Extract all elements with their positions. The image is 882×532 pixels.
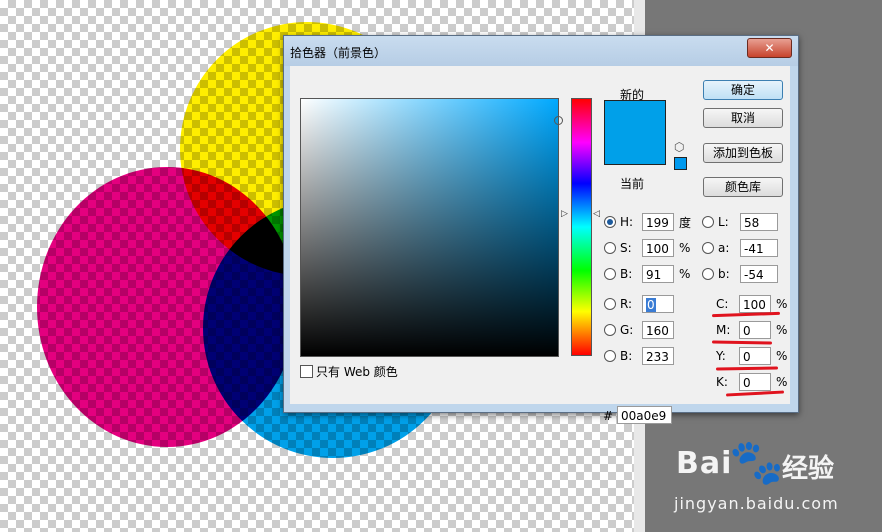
k-unit: % (776, 375, 788, 389)
hsb-h-row: H: 199 度 (604, 212, 691, 232)
y-label: Y: (716, 349, 726, 363)
a-radio[interactable] (702, 242, 714, 254)
l-label: L: (718, 215, 729, 229)
rgb-b-row: B: 233 (604, 346, 674, 366)
y-input[interactable]: 0 (739, 347, 771, 365)
rgb-b-radio[interactable] (604, 350, 616, 362)
r-input-selection: 0 (646, 298, 656, 312)
s-input[interactable]: 100 (642, 239, 674, 257)
l-input[interactable]: 58 (740, 213, 778, 231)
dialog-title: 拾色器（前景色） (290, 46, 387, 60)
dialog-titlebar[interactable]: 拾色器（前景色） ✕ (284, 36, 798, 66)
h-radio[interactable] (604, 216, 616, 228)
color-libraries-button[interactable]: 颜色库 (703, 177, 783, 197)
watermark-url: jingyan.baidu.com (674, 494, 839, 513)
lab-l-row: L: 58 (702, 212, 778, 232)
close-icon: ✕ (764, 41, 775, 55)
watermark-brand-right: 经验 (782, 454, 835, 484)
hsb-b-unit: % (679, 267, 691, 281)
m-label: M: (716, 323, 731, 337)
hue-slider-right-arrow-icon[interactable]: ◁ (593, 209, 600, 219)
hsb-b-row: B: 91 % (604, 264, 690, 284)
rgb-g-row: G: 160 (604, 320, 674, 340)
dialog-body: ▷ ◁ 只有 Web 颜色 新的 当前 ⬡ 确定 取消 添加到色板 颜色库 H:… (290, 66, 790, 424)
ok-button[interactable]: 确定 (703, 80, 783, 100)
c-unit: % (776, 297, 788, 311)
web-only-checkbox[interactable] (300, 365, 313, 378)
cmyk-k-row: K: 0 % (716, 372, 787, 392)
add-to-swatches-button[interactable]: 添加到色板 (703, 143, 783, 163)
cube-icon[interactable]: ⬡ (674, 140, 684, 154)
hex-input[interactable]: 00a0e9 (617, 406, 672, 424)
web-only-option[interactable]: 只有 Web 颜色 (300, 363, 398, 380)
c-label: C: (716, 297, 729, 311)
a-label: a: (718, 241, 730, 255)
s-radio[interactable] (604, 242, 616, 254)
lab-b-label: b: (718, 267, 730, 281)
hsb-s-row: S: 100 % (604, 238, 690, 258)
color-field-marker[interactable] (554, 116, 563, 125)
s-unit: % (679, 241, 691, 255)
cancel-button[interactable]: 取消 (703, 108, 783, 128)
hue-slider-left-arrow-icon[interactable]: ▷ (561, 209, 568, 219)
hex-label: # (603, 409, 614, 423)
r-input[interactable]: 0 (642, 295, 674, 313)
current-color-swatch[interactable] (604, 132, 666, 165)
web-only-label: 只有 Web 颜色 (316, 365, 398, 379)
k-label: K: (716, 375, 728, 389)
paw-icon: 🐾 (729, 437, 784, 488)
cmyk-y-row: Y: 0 % (716, 346, 787, 366)
r-label: R: (620, 297, 633, 311)
hsb-b-input[interactable]: 91 (642, 265, 674, 283)
a-input[interactable]: -41 (740, 239, 778, 257)
lab-a-row: a: -41 (702, 238, 778, 258)
c-input[interactable]: 100 (739, 295, 771, 313)
g-radio[interactable] (604, 324, 616, 336)
lab-b-radio[interactable] (702, 268, 714, 280)
h-unit: 度 (679, 215, 692, 230)
y-unit: % (776, 349, 788, 363)
g-input[interactable]: 160 (642, 321, 674, 339)
web-safe-color-swatch[interactable] (674, 157, 687, 170)
color-picker-dialog: 拾色器（前景色） ✕ ▷ ◁ 只有 Web 颜色 新的 当前 ⬡ 确定 取消 添… (283, 35, 799, 424)
lab-b-input[interactable]: -54 (740, 265, 778, 283)
l-radio[interactable] (702, 216, 714, 228)
lab-b-row: b: -54 (702, 264, 778, 284)
m-unit: % (776, 323, 788, 337)
watermark-brand-left: Bai (676, 446, 733, 481)
rgb-r-row: R: 0 (604, 294, 674, 314)
r-radio[interactable] (604, 298, 616, 310)
rgb-b-label: B: (620, 349, 633, 363)
hsb-b-label: B: (620, 267, 633, 281)
cmyk-m-row: M: 0 % (716, 320, 787, 340)
h-input[interactable]: 199 (642, 213, 674, 231)
color-field[interactable] (300, 98, 563, 357)
g-label: G: (620, 323, 634, 337)
new-color-swatch (604, 100, 666, 133)
h-label: H: (620, 215, 634, 229)
rgb-b-input[interactable]: 233 (642, 347, 674, 365)
k-input[interactable]: 0 (739, 373, 771, 391)
s-label: S: (620, 241, 632, 255)
close-button[interactable]: ✕ (747, 38, 792, 58)
m-input[interactable]: 0 (739, 321, 771, 339)
hue-slider[interactable] (571, 98, 592, 356)
hsb-b-radio[interactable] (604, 268, 616, 280)
current-color-label: 当前 (620, 177, 645, 191)
